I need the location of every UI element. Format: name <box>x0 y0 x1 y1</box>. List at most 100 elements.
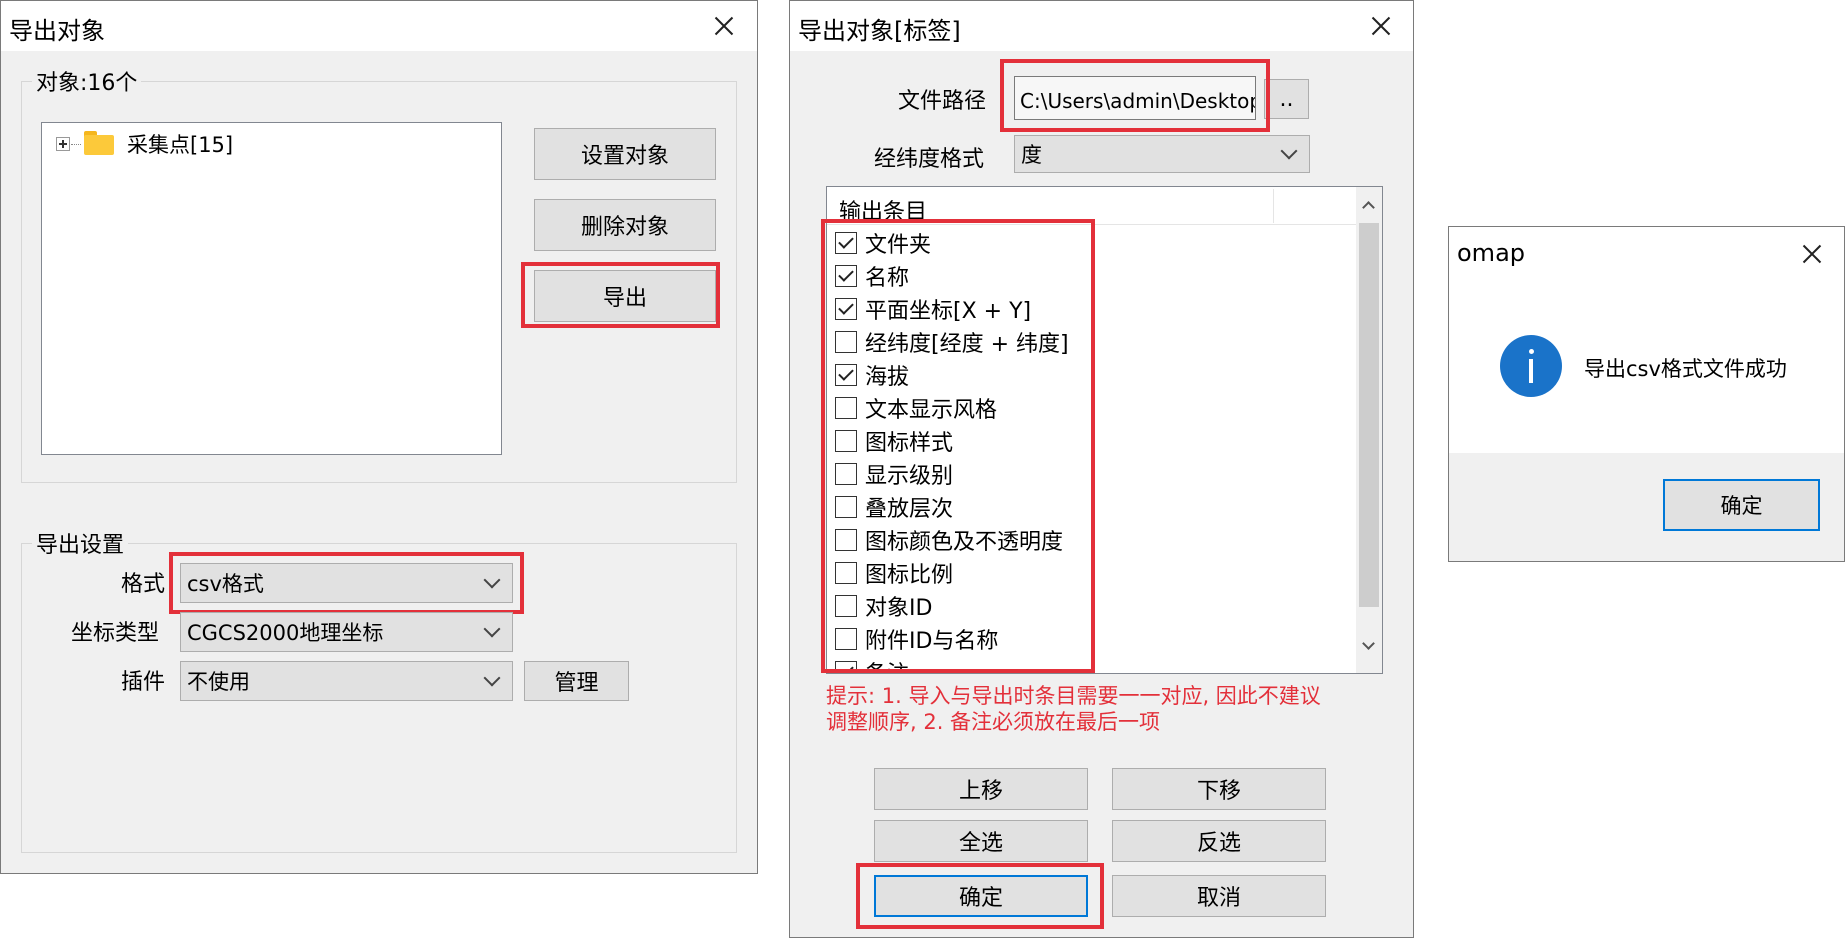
list-item[interactable]: 图标样式 <box>835 427 954 456</box>
message-text: 导出csv格式文件成功 <box>1584 357 1787 381</box>
dialog-title: 导出对象 <box>9 17 105 45</box>
checkbox-unchecked[interactable] <box>835 396 857 419</box>
checkbox-unchecked[interactable] <box>835 627 857 650</box>
close-icon[interactable] <box>1358 5 1404 47</box>
list-item[interactable]: 名称 <box>835 262 910 291</box>
file-path-input[interactable]: C:\Users\admin\Desktop\采集 <box>1014 76 1256 120</box>
plugin-label: 插件 <box>121 670 166 695</box>
close-icon[interactable] <box>1789 233 1835 275</box>
checkbox-unchecked[interactable] <box>835 330 857 353</box>
checkbox-unchecked[interactable] <box>835 429 857 452</box>
tree-expand-icon[interactable] <box>56 137 70 151</box>
title-bar: 导出对象 <box>1 1 757 51</box>
format-value: csv格式 <box>187 572 264 596</box>
chevron-down-icon <box>1280 142 1298 160</box>
title-bar: 导出对象[标签] <box>790 1 1413 51</box>
list-item[interactable]: 文本显示风格 <box>835 394 998 423</box>
folder-icon <box>84 131 114 155</box>
file-path-value: C:\Users\admin\Desktop\采集 <box>1020 89 1255 113</box>
hint-line-2: 调整顺序, 2. 备注必须放在最后一项 <box>826 710 1161 734</box>
message-area: omap 导出csv格式文件成功 <box>1449 227 1844 453</box>
objects-group-label: 对象:16个 <box>32 65 142 97</box>
coord-type-select[interactable]: CGCS2000地理坐标 <box>180 612 513 652</box>
move-up-button[interactable]: 上移 <box>874 768 1088 810</box>
list-item-label: 海拔 <box>865 364 910 390</box>
list-item-label: 文本显示风格 <box>865 397 998 423</box>
list-item-label: 对象ID <box>865 595 933 621</box>
list-item-label: 图标样式 <box>865 430 954 456</box>
set-objects-button[interactable]: 设置对象 <box>534 128 716 180</box>
chevron-down-icon <box>483 669 501 687</box>
list-item[interactable]: 显示级别 <box>835 460 954 489</box>
list-item[interactable]: 附件ID与名称 <box>835 625 999 654</box>
list-item[interactable]: 图标比例 <box>835 559 954 588</box>
checkbox-checked[interactable] <box>835 363 857 386</box>
list-item-label: 文件夹 <box>865 232 932 258</box>
list-item-label: 图标比例 <box>865 562 954 588</box>
checkbox-unchecked[interactable] <box>835 462 857 485</box>
checkbox-checked[interactable] <box>835 264 857 287</box>
latlon-format-select[interactable]: 度 <box>1014 135 1310 173</box>
checkbox-checked[interactable] <box>835 660 857 673</box>
chevron-down-icon <box>483 571 501 589</box>
tree-item-label[interactable]: 采集点[15] <box>127 129 233 159</box>
close-icon[interactable] <box>701 5 747 47</box>
list-item-label: 附件ID与名称 <box>865 628 999 654</box>
export-objects-labels-dialog: 导出对象[标签] 文件路径 C:\Users\admin\Desktop\采集 … <box>789 0 1414 938</box>
file-path-label: 文件路径 <box>898 89 987 114</box>
manage-button[interactable]: 管理 <box>524 661 629 701</box>
latlon-format-value: 度 <box>1021 143 1042 167</box>
select-all-button[interactable]: 全选 <box>874 820 1088 862</box>
list-header-label: 输出条目 <box>839 200 928 225</box>
scroll-thumb[interactable] <box>1359 223 1379 607</box>
list-header: 输出条目 <box>827 187 1356 225</box>
checkbox-unchecked[interactable] <box>835 594 857 617</box>
list-item-label: 名称 <box>865 265 910 291</box>
cancel-button[interactable]: 取消 <box>1112 875 1326 917</box>
scroll-down-icon[interactable] <box>1362 637 1375 650</box>
export-settings-label: 导出设置 <box>32 527 129 559</box>
checkbox-unchecked[interactable] <box>835 495 857 518</box>
omap-message-dialog: omap 导出csv格式文件成功 确定 <box>1448 226 1845 562</box>
hint-text: 提示: 1. 导入与导出时条目需要一一对应, 因此不建议 调整顺序, 2. 备注… <box>826 683 1321 735</box>
list-item-label: 显示级别 <box>865 463 954 489</box>
object-tree[interactable]: 采集点[15] <box>41 122 502 455</box>
invert-selection-button[interactable]: 反选 <box>1112 820 1326 862</box>
checkbox-unchecked[interactable] <box>835 528 857 551</box>
scroll-up-icon[interactable] <box>1362 201 1375 214</box>
checkbox-unchecked[interactable] <box>835 561 857 584</box>
vertical-scrollbar[interactable] <box>1356 187 1382 673</box>
list-item[interactable]: 海拔 <box>835 361 910 390</box>
list-item[interactable]: 平面坐标[X + Y] <box>835 295 1032 324</box>
output-items-list[interactable]: 输出条目 文件夹名称平面坐标[X + Y] 经纬度[经度 + 纬度] 海拔文本显示风… <box>826 186 1383 674</box>
list-item[interactable]: 叠放层次 <box>835 493 954 522</box>
list-item[interactable]: 图标颜色及不透明度 <box>835 526 1064 555</box>
list-item[interactable]: 文件夹 <box>835 229 932 258</box>
export-button[interactable]: 导出 <box>534 270 716 322</box>
export-objects-dialog: 导出对象 对象:16个 采集点[15] 设置对象 删除对象 导出 导出设置 格式… <box>0 0 758 874</box>
coord-type-value: CGCS2000地理坐标 <box>187 621 384 645</box>
list-item-label: 叠放层次 <box>865 496 954 522</box>
ok-button[interactable]: 确定 <box>1663 479 1820 531</box>
latlon-format-label: 经纬度格式 <box>874 147 985 172</box>
checkbox-checked[interactable] <box>835 297 857 320</box>
plugin-select[interactable]: 不使用 <box>180 661 513 701</box>
format-label: 格式 <box>121 572 166 597</box>
list-item[interactable]: 经纬度[经度 + 纬度] <box>835 328 1069 357</box>
browse-button[interactable]: .. <box>1264 79 1309 119</box>
ok-button[interactable]: 确定 <box>874 875 1088 917</box>
list-item-label: 平面坐标[X + Y] <box>865 298 1032 324</box>
chevron-down-icon <box>483 620 501 638</box>
format-select[interactable]: csv格式 <box>180 563 513 603</box>
list-item-label: 经纬度[经度 + 纬度] <box>865 331 1069 357</box>
list-item-label: 图标颜色及不透明度 <box>865 529 1064 555</box>
list-item[interactable]: 备注 <box>835 658 910 674</box>
tree-dotted-line <box>71 144 81 145</box>
list-item-label: 备注 <box>865 661 910 674</box>
checkbox-checked[interactable] <box>835 231 857 254</box>
plugin-value: 不使用 <box>187 670 250 694</box>
move-down-button[interactable]: 下移 <box>1112 768 1326 810</box>
list-item[interactable]: 对象ID <box>835 592 933 621</box>
delete-objects-button[interactable]: 删除对象 <box>534 199 716 251</box>
dialog-title: omap <box>1457 239 1526 267</box>
